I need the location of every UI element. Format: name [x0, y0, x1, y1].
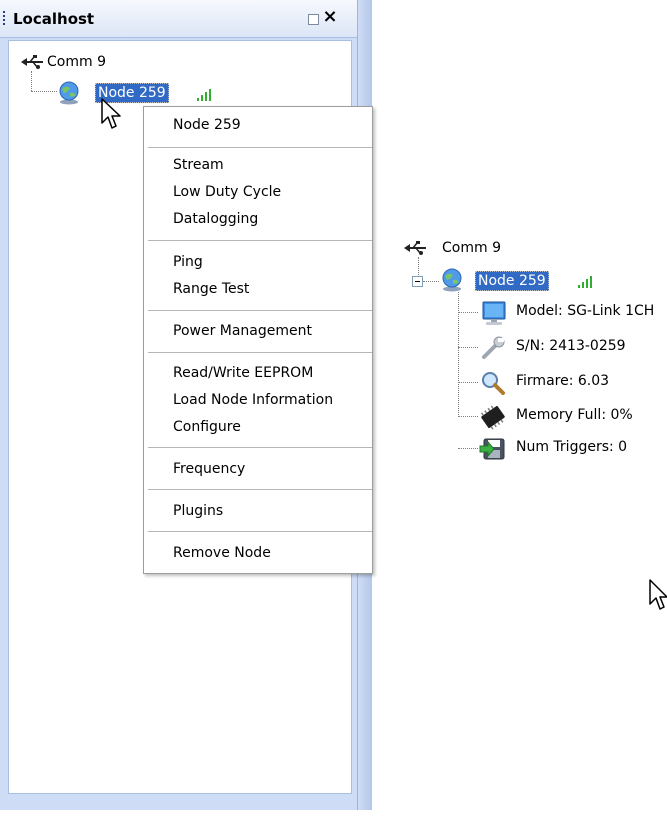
restore-icon[interactable] — [308, 14, 319, 25]
usb-icon — [21, 55, 43, 69]
usb-icon — [404, 241, 426, 255]
panel-title: Localhost — [13, 10, 95, 28]
menu-item-frequency[interactable]: Frequency — [173, 461, 245, 477]
menu-item-load-node-information[interactable]: Load Node Information — [173, 392, 333, 408]
menu-item-low-duty-cycle[interactable]: Low Duty Cycle — [173, 184, 281, 200]
menu-header-node259[interactable]: Node 259 — [173, 117, 241, 133]
menu-separator — [148, 240, 372, 241]
menu-item-power-management[interactable]: Power Management — [173, 323, 312, 339]
mouse-cursor-icon — [649, 579, 667, 610]
tree-connector — [31, 71, 32, 91]
menu-item-remove-node[interactable]: Remove Node — [173, 545, 271, 561]
tree-connector — [458, 448, 478, 449]
menu-separator — [148, 147, 372, 148]
menu-separator — [148, 310, 372, 311]
tree-item-serial-number[interactable]: S/N: 2413-0259 — [516, 338, 626, 354]
menu-item-configure[interactable]: Configure — [173, 419, 241, 435]
globe-icon — [59, 81, 79, 105]
menu-separator — [148, 531, 372, 532]
tree-connector — [458, 312, 478, 313]
memory-chip-icon — [480, 405, 505, 430]
menu-separator — [148, 352, 372, 353]
tree-connector — [458, 416, 478, 417]
tree-item-model[interactable]: Model: SG-Link 1CH — [516, 303, 654, 319]
tree-item-node259[interactable]: Node 259 — [475, 271, 549, 291]
menu-item-plugins[interactable]: Plugins — [173, 503, 223, 519]
menu-separator — [148, 489, 372, 490]
wrench-icon — [482, 336, 505, 359]
tree-connector — [31, 91, 57, 92]
panel-header: Localhost × — [0, 0, 357, 38]
tree-connector — [458, 347, 478, 348]
tree-item-comm9[interactable]: Comm 9 — [47, 54, 106, 70]
tree-connector — [458, 292, 459, 417]
tree-item-memory[interactable]: Memory Full: 0% — [516, 407, 633, 423]
menu-item-range-test[interactable]: Range Test — [173, 281, 249, 297]
monitor-icon — [482, 301, 506, 325]
close-icon[interactable]: × — [321, 6, 339, 28]
drag-grip-icon[interactable] — [3, 11, 5, 27]
tree-connector — [458, 382, 478, 383]
mouse-cursor-icon — [101, 98, 121, 129]
trigger-disk-icon — [479, 438, 505, 460]
menu-item-ping[interactable]: Ping — [173, 254, 203, 270]
menu-separator — [148, 447, 372, 448]
menu-item-datalogging[interactable]: Datalogging — [173, 211, 258, 227]
node-context-menu: Node 259 Stream Low Duty Cycle Dataloggi… — [143, 106, 373, 574]
tree-item-comm9[interactable]: Comm 9 — [442, 240, 501, 256]
magnifier-icon — [482, 372, 505, 395]
menu-item-stream[interactable]: Stream — [173, 157, 224, 173]
tree-connector — [423, 281, 439, 282]
collapse-toggle[interactable] — [412, 276, 423, 287]
menu-item-read-write-eeprom[interactable]: Read/Write EEPROM — [173, 365, 313, 381]
tree-item-num-triggers[interactable]: Num Triggers: 0 — [516, 439, 627, 455]
signal-strength-icon — [578, 274, 596, 288]
globe-icon — [442, 268, 462, 292]
tree-connector — [418, 257, 419, 275]
signal-strength-icon — [197, 87, 215, 101]
tree-item-firmware[interactable]: Firmare: 6.03 — [516, 373, 609, 389]
